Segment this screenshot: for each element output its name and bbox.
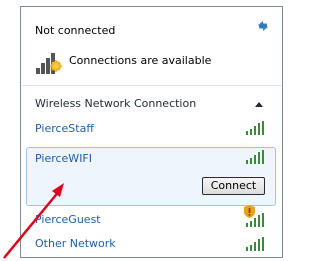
signal-strength-icon bbox=[246, 121, 264, 135]
network-item-other[interactable]: Other Network bbox=[21, 233, 282, 257]
connect-button[interactable]: Connect bbox=[202, 177, 265, 195]
wireless-section-header[interactable]: Wireless Network Connection bbox=[21, 85, 282, 119]
connection-status-title: Not connected bbox=[35, 24, 116, 37]
network-name: PierceGuest bbox=[35, 213, 101, 226]
connection-status-text: Connections are available bbox=[69, 54, 212, 67]
signal-strength-icon bbox=[246, 150, 264, 164]
signal-strength-icon bbox=[246, 213, 264, 227]
refresh-icon[interactable] bbox=[255, 19, 271, 33]
network-status-warning-icon bbox=[36, 53, 62, 74]
network-item-piercestaff[interactable]: PierceStaff bbox=[21, 117, 282, 143]
chevron-up-icon[interactable] bbox=[255, 102, 263, 107]
section-label: Wireless Network Connection bbox=[35, 97, 197, 110]
network-item-pierceguest[interactable]: PierceGuest bbox=[21, 205, 282, 233]
network-name: Other Network bbox=[35, 237, 116, 250]
network-name: PierceStaff bbox=[35, 122, 94, 135]
signal-strength-icon bbox=[246, 237, 264, 251]
network-flyout: Not connected Connections are available … bbox=[20, 6, 283, 258]
network-name: PierceWIFI bbox=[35, 152, 93, 165]
